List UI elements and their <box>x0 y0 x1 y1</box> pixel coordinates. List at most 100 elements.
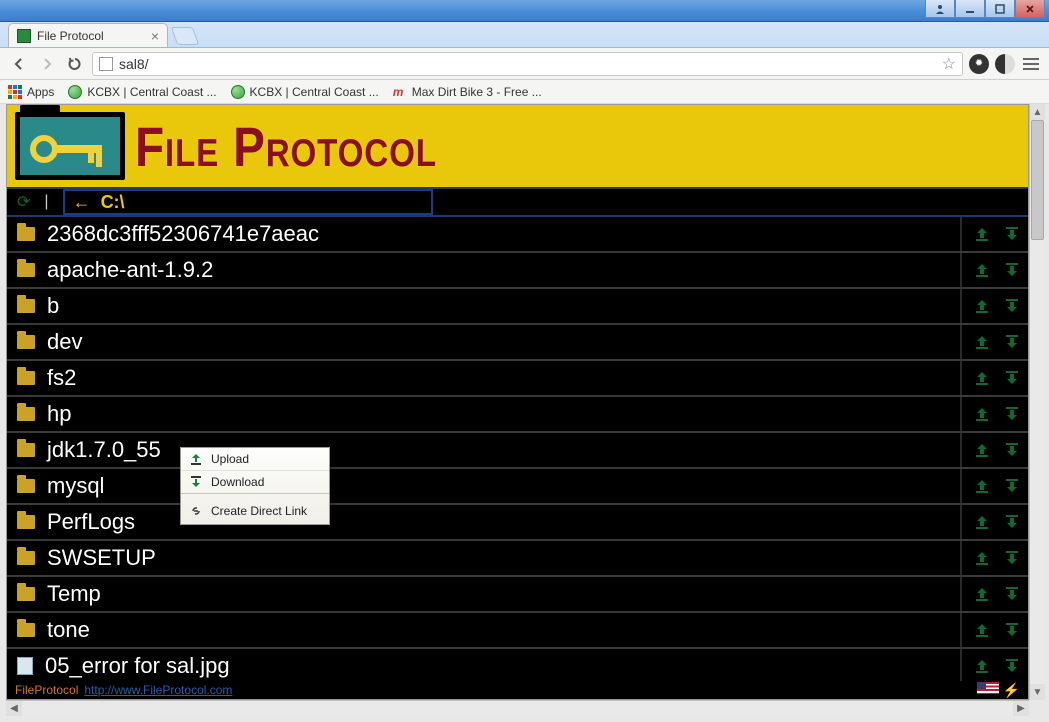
row-download-button[interactable] <box>1002 296 1022 316</box>
extension-icon-2[interactable] <box>995 54 1015 74</box>
file-icon <box>17 657 33 675</box>
row-upload-button[interactable] <box>972 440 992 460</box>
row-download-button[interactable] <box>1002 620 1022 640</box>
file-name: b <box>47 293 59 319</box>
scroll-up-arrow[interactable]: ▲ <box>1030 104 1045 120</box>
footer-link[interactable]: http://www.FileProtocol.com <box>84 683 232 697</box>
forward-button[interactable] <box>36 53 58 75</box>
ctx-create-link[interactable]: Create Direct Link <box>181 494 329 524</box>
scroll-right-arrow[interactable]: ▶ <box>1013 701 1029 716</box>
row-download-button[interactable] <box>1002 512 1022 532</box>
folder-icon <box>17 335 35 349</box>
file-row[interactable]: 2368dc3fff52306741e7aeac <box>7 217 1028 253</box>
file-row[interactable]: hp <box>7 397 1028 433</box>
row-download-button[interactable] <box>1002 224 1022 244</box>
row-upload-button[interactable] <box>972 656 992 676</box>
row-upload-button[interactable] <box>972 224 992 244</box>
path-separator: | <box>44 193 48 211</box>
reload-button[interactable] <box>64 53 86 75</box>
window-user-button[interactable] <box>925 0 955 18</box>
row-upload-button[interactable] <box>972 512 992 532</box>
file-row[interactable]: mysql <box>7 469 1028 505</box>
folder-icon <box>17 299 35 313</box>
row-upload-button[interactable] <box>972 548 992 568</box>
path-bar: ⟳ | ← C:\ <box>7 187 1028 217</box>
file-row[interactable]: jdk1.7.0_55 <box>7 433 1028 469</box>
apps-icon <box>8 85 22 99</box>
file-row[interactable]: Temp <box>7 577 1028 613</box>
chrome-menu-button[interactable] <box>1021 58 1041 70</box>
ctx-download[interactable]: Download <box>181 471 329 494</box>
file-row[interactable]: SWSETUP <box>7 541 1028 577</box>
ctx-upload-label: Upload <box>211 452 249 466</box>
path-back-icon[interactable]: ← <box>73 192 91 213</box>
row-upload-button[interactable] <box>972 296 992 316</box>
row-upload-button[interactable] <box>972 584 992 604</box>
refresh-icon[interactable]: ⟳ <box>17 192 30 212</box>
row-actions <box>960 541 1022 575</box>
file-row[interactable]: apache-ant-1.9.2 <box>7 253 1028 289</box>
address-bar[interactable]: sal8/ ☆ <box>92 52 963 76</box>
row-upload-button[interactable] <box>972 620 992 640</box>
bookmark-label: Max Dirt Bike 3 - Free ... <box>412 85 542 99</box>
folder-icon <box>17 407 35 421</box>
file-row[interactable]: dev <box>7 325 1028 361</box>
row-upload-button[interactable] <box>972 332 992 352</box>
row-download-button[interactable] <box>1002 368 1022 388</box>
row-actions <box>960 217 1022 251</box>
file-name: tone <box>47 617 90 643</box>
row-actions <box>960 469 1022 503</box>
vertical-scrollbar[interactable]: ▲ ▼ <box>1029 104 1045 700</box>
path-input[interactable]: ← C:\ <box>63 189 433 215</box>
row-upload-button[interactable] <box>972 476 992 496</box>
browser-tab-strip: File Protocol × <box>0 22 1049 48</box>
row-actions <box>960 289 1022 323</box>
bookmark-item-0[interactable]: KCBX | Central Coast ... <box>68 85 216 99</box>
bookmark-item-1[interactable]: KCBX | Central Coast ... <box>231 85 379 99</box>
row-download-button[interactable] <box>1002 332 1022 352</box>
file-row[interactable]: 05_error for sal.jpg <box>7 649 1028 685</box>
page-content: File Protocol ⟳ | ← C:\ 2368dc3fff523067… <box>6 104 1029 700</box>
file-row[interactable]: PerfLogs <box>7 505 1028 541</box>
file-row[interactable]: b <box>7 289 1028 325</box>
extension-icon-1[interactable]: ✹ <box>969 54 989 74</box>
url-text: sal8/ <box>119 56 149 72</box>
back-button[interactable] <box>8 53 30 75</box>
row-upload-button[interactable] <box>972 368 992 388</box>
window-titlebar <box>0 0 1049 22</box>
row-download-button[interactable] <box>1002 260 1022 280</box>
scroll-left-arrow[interactable]: ◀ <box>6 701 22 716</box>
new-tab-button[interactable] <box>171 27 200 45</box>
row-download-button[interactable] <box>1002 656 1022 676</box>
row-download-button[interactable] <box>1002 548 1022 568</box>
row-upload-button[interactable] <box>972 260 992 280</box>
bookmark-item-2[interactable]: m Max Dirt Bike 3 - Free ... <box>393 85 542 99</box>
row-upload-button[interactable] <box>972 404 992 424</box>
window-maximize-button[interactable] <box>985 0 1015 18</box>
scroll-down-arrow[interactable]: ▼ <box>1030 684 1045 700</box>
horizontal-scrollbar[interactable]: ◀ ▶ <box>6 700 1029 716</box>
window-close-button[interactable] <box>1015 0 1045 18</box>
page-icon <box>99 57 113 71</box>
row-download-button[interactable] <box>1002 476 1022 496</box>
link-icon <box>189 504 203 518</box>
globe-icon <box>68 85 82 99</box>
bookmark-star-icon[interactable]: ☆ <box>942 54 956 74</box>
app-header: File Protocol <box>7 105 1028 187</box>
window-minimize-button[interactable] <box>955 0 985 18</box>
apps-button[interactable]: Apps <box>8 85 54 99</box>
ctx-create-link-label: Create Direct Link <box>211 504 307 518</box>
file-row[interactable]: fs2 <box>7 361 1028 397</box>
scroll-thumb[interactable] <box>1031 120 1044 240</box>
tab-close-icon[interactable]: × <box>151 28 159 44</box>
row-download-button[interactable] <box>1002 404 1022 424</box>
file-row[interactable]: tone <box>7 613 1028 649</box>
file-name: Temp <box>47 581 101 607</box>
folder-icon <box>17 443 35 457</box>
ctx-upload[interactable]: Upload <box>181 448 329 471</box>
app-title: File Protocol <box>135 114 437 179</box>
row-download-button[interactable] <box>1002 440 1022 460</box>
file-name: hp <box>47 401 71 427</box>
row-download-button[interactable] <box>1002 584 1022 604</box>
browser-tab[interactable]: File Protocol × <box>8 23 168 47</box>
